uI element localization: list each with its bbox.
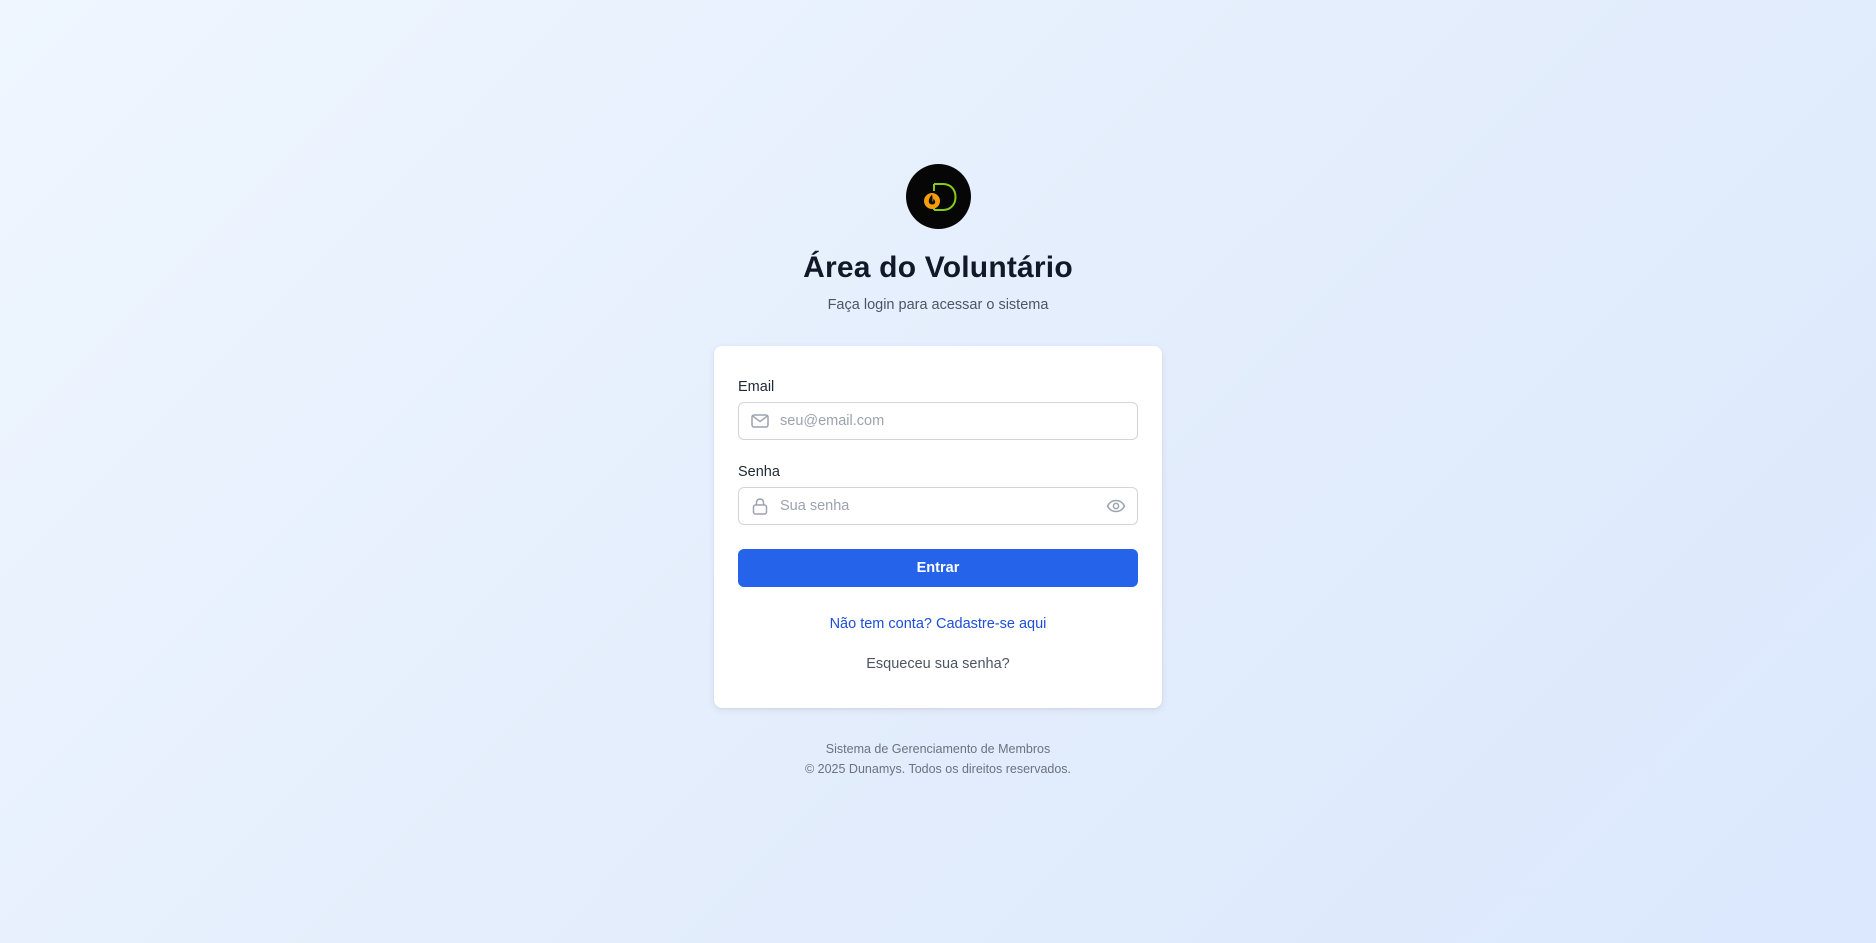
login-card: Email Senha	[714, 346, 1162, 708]
login-page: Área do Voluntário Faça login para acess…	[0, 0, 1876, 943]
email-input[interactable]	[780, 403, 1137, 439]
password-field[interactable]	[738, 487, 1138, 525]
email-field[interactable]	[738, 402, 1138, 440]
footer-copyright: © 2025 Dunamys. Todos os direitos reserv…	[804, 762, 1072, 776]
signup-link[interactable]: Não tem conta? Cadastre-se aqui	[738, 615, 1138, 633]
submit-button[interactable]: Entrar	[738, 549, 1138, 587]
password-group: Senha	[738, 464, 1138, 525]
footer-system-name: Sistema de Gerenciamento de Membros	[825, 742, 1051, 756]
email-group: Email	[738, 379, 1138, 440]
eye-icon[interactable]	[1105, 495, 1127, 517]
footer: Sistema de Gerenciamento de Membros © 20…	[805, 739, 1071, 779]
dunamys-flame-d-logo-icon	[924, 182, 957, 211]
lock-icon	[750, 496, 770, 516]
page-subtitle: Faça login para acessar o sistema	[827, 297, 1049, 313]
page-title: Área do Voluntário	[803, 251, 1073, 284]
password-input[interactable]	[780, 488, 1105, 524]
mail-icon	[750, 411, 770, 431]
email-label: Email	[738, 379, 775, 395]
password-label: Senha	[738, 464, 780, 480]
forgot-password-link[interactable]: Esqueceu sua senha?	[738, 655, 1138, 673]
brand-logo	[905, 164, 971, 229]
